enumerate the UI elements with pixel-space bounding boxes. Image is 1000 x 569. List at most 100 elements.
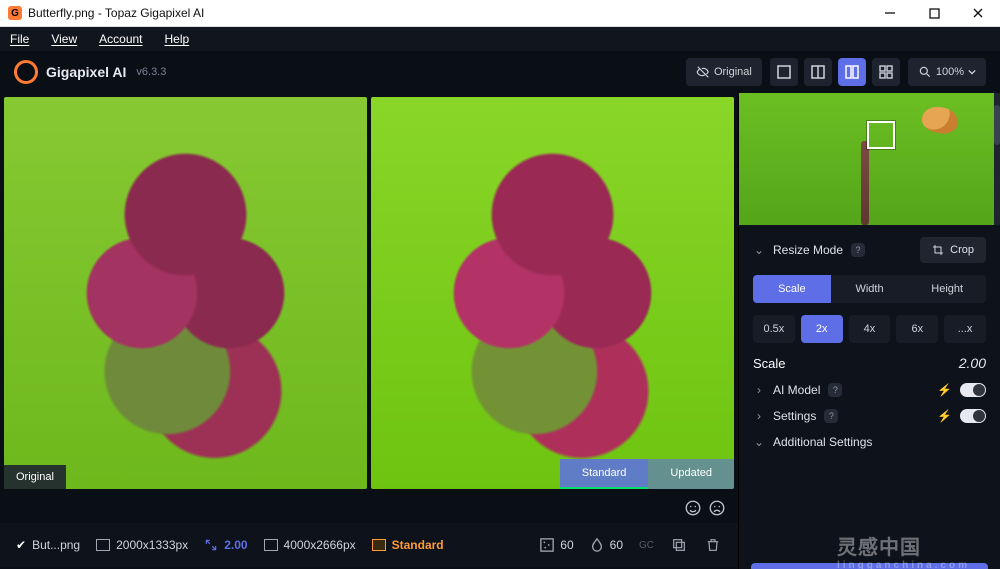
navigator-image xyxy=(739,93,1000,225)
menu-view[interactable]: View xyxy=(51,32,77,46)
ai-model-toggle[interactable] xyxy=(960,383,986,397)
mode-height[interactable]: Height xyxy=(908,275,986,303)
view-sidebyside-button[interactable] xyxy=(838,58,866,86)
preview-result-pane[interactable]: Standard Updated xyxy=(371,97,734,489)
original-label: Original xyxy=(714,66,752,78)
navigator-detail xyxy=(861,141,869,225)
model-icon xyxy=(372,539,386,551)
additional-chevron-icon: ⌄ xyxy=(753,435,765,449)
delete-button[interactable] xyxy=(704,536,722,554)
brand-logo-icon xyxy=(14,60,38,84)
ai-model-label: AI Model xyxy=(773,383,820,397)
close-icon xyxy=(972,7,984,19)
menu-account[interactable]: Account xyxy=(99,32,142,46)
view-grid-button[interactable] xyxy=(872,58,900,86)
resize-help-icon[interactable]: ? xyxy=(851,243,865,257)
preset-6x[interactable]: 6x xyxy=(896,315,938,343)
maximize-icon xyxy=(929,8,940,19)
view-split-icon xyxy=(811,65,825,79)
model-chip[interactable]: Standard xyxy=(372,538,444,552)
dimensions-out-icon xyxy=(264,539,278,551)
toggle-original-button[interactable]: Original xyxy=(686,58,762,86)
ai-model-section[interactable]: › AI Model ? ⚡ xyxy=(753,383,986,397)
eye-off-icon xyxy=(696,65,710,79)
source-dimensions: 2000x1333px xyxy=(96,538,188,552)
menu-help[interactable]: Help xyxy=(165,32,190,46)
clone-icon xyxy=(671,537,687,553)
view-sidebyside-icon xyxy=(845,65,859,79)
app-version: v6.3.3 xyxy=(136,66,166,78)
feedback-smile-button[interactable] xyxy=(684,499,702,517)
app-logo-icon: G xyxy=(8,6,22,20)
param1-value: 60 xyxy=(560,538,573,552)
scale-chip[interactable]: 2.00 xyxy=(204,538,247,552)
tab-updated[interactable]: Updated xyxy=(648,459,734,489)
preview-area[interactable]: Original Standard Updated xyxy=(0,93,738,493)
scale-field[interactable]: 2.00 xyxy=(959,355,986,371)
zoom-icon xyxy=(918,65,932,79)
aimodel-help-icon[interactable]: ? xyxy=(828,383,842,397)
minimize-icon xyxy=(884,7,896,19)
footer-bar: ✔ But...png 2000x1333px 2.00 4000x2666px… xyxy=(0,523,738,567)
additional-label: Additional Settings xyxy=(773,435,872,449)
settings-help-icon[interactable]: ? xyxy=(824,409,838,423)
menubar: File View Account Help xyxy=(0,27,1000,51)
scale-preset-row: 0.5x 2x 4x 6x ...x xyxy=(753,315,986,343)
scrollbar-thumb[interactable] xyxy=(994,105,1000,145)
navigator-thumbnail[interactable] xyxy=(739,93,1000,225)
bolt-icon: ⚡ xyxy=(937,383,952,397)
save-image-button[interactable]: Save Image xyxy=(751,563,988,569)
source-dim-value: 2000x1333px xyxy=(116,538,188,552)
view-single-button[interactable] xyxy=(770,58,798,86)
aimodel-chevron-icon: › xyxy=(753,383,765,397)
preset-2x[interactable]: 2x xyxy=(801,315,843,343)
settings-toggle[interactable] xyxy=(960,409,986,423)
feedback-frown-button[interactable] xyxy=(708,499,726,517)
model-value: Standard xyxy=(392,538,444,552)
additional-settings-section[interactable]: ⌄ Additional Settings xyxy=(753,435,986,449)
menu-file[interactable]: File xyxy=(10,32,29,46)
settings-label: Settings xyxy=(773,409,816,423)
dimensions-icon xyxy=(96,539,110,551)
tab-standard[interactable]: Standard xyxy=(560,459,649,489)
mode-scale[interactable]: Scale xyxy=(753,275,831,303)
mode-width[interactable]: Width xyxy=(831,275,909,303)
crop-button[interactable]: Crop xyxy=(920,237,986,263)
app-header: Gigapixel AI v6.3.3 Original 100% xyxy=(0,51,1000,93)
window-minimize-button[interactable] xyxy=(868,0,912,27)
result-image xyxy=(371,97,734,489)
view-single-icon xyxy=(777,65,791,79)
window-maximize-button[interactable] xyxy=(912,0,956,27)
scale-value: 2.00 xyxy=(224,538,247,552)
clone-button[interactable] xyxy=(670,536,688,554)
preset-custom[interactable]: ...x xyxy=(944,315,986,343)
app-name: Gigapixel AI xyxy=(46,64,126,80)
original-image xyxy=(4,97,367,489)
chevron-down-icon xyxy=(968,68,976,76)
param2-value: 60 xyxy=(610,538,623,552)
frown-icon xyxy=(708,499,726,517)
param2-chip[interactable]: 60 xyxy=(590,538,623,552)
side-scrollbar[interactable] xyxy=(994,93,1000,225)
preview-original-pane[interactable]: Original xyxy=(4,97,367,489)
view-grid-icon xyxy=(879,65,893,79)
preset-4x[interactable]: 4x xyxy=(849,315,891,343)
navigator-viewport[interactable] xyxy=(867,121,895,149)
target-dim-value: 4000x2666px xyxy=(284,538,356,552)
view-split-button[interactable] xyxy=(804,58,832,86)
gc-label: GC xyxy=(639,540,654,551)
preset-05x[interactable]: 0.5x xyxy=(753,315,795,343)
settings-section[interactable]: › Settings ? ⚡ xyxy=(753,409,986,423)
file-chip[interactable]: ✔ But...png xyxy=(16,538,80,552)
zoom-value: 100% xyxy=(936,66,964,78)
param1-chip[interactable]: 60 xyxy=(540,538,573,552)
scale-label: Scale xyxy=(753,356,786,371)
zoom-dropdown[interactable]: 100% xyxy=(908,58,986,86)
noise-icon xyxy=(540,538,554,552)
crop-icon xyxy=(932,244,944,256)
blur-icon xyxy=(590,538,604,552)
window-close-button[interactable] xyxy=(956,0,1000,27)
check-icon: ✔ xyxy=(16,538,26,552)
pane-original-label: Original xyxy=(4,465,66,489)
resize-chevron-icon[interactable]: ⌄ xyxy=(753,243,765,257)
